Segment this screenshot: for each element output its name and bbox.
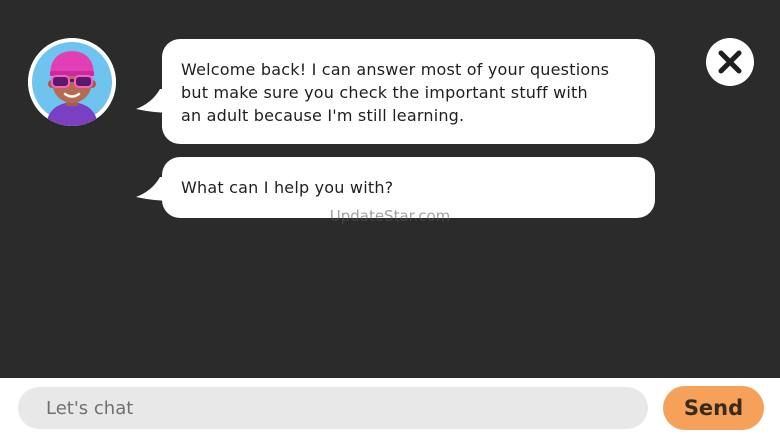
close-icon xyxy=(718,50,742,74)
close-button[interactable] xyxy=(706,38,754,86)
chat-message: What can I help you with? xyxy=(136,157,655,218)
message-line: but make sure you check the important st… xyxy=(181,83,588,102)
bubble-tail xyxy=(136,89,174,113)
bubble-tail xyxy=(136,177,174,201)
message-line: What can I help you with? xyxy=(181,178,394,197)
message-line: Welcome back! I can answer most of your … xyxy=(181,60,610,79)
chat-area: Welcome back! I can answer most of your … xyxy=(0,0,780,378)
bot-avatar-icon xyxy=(28,38,116,126)
chat-input[interactable] xyxy=(18,387,648,429)
send-button[interactable]: Send xyxy=(663,386,764,430)
message-line: an adult because I'm still learning. xyxy=(181,106,465,125)
chat-message: Welcome back! I can answer most of your … xyxy=(136,39,655,144)
input-bar: Send xyxy=(0,378,780,439)
